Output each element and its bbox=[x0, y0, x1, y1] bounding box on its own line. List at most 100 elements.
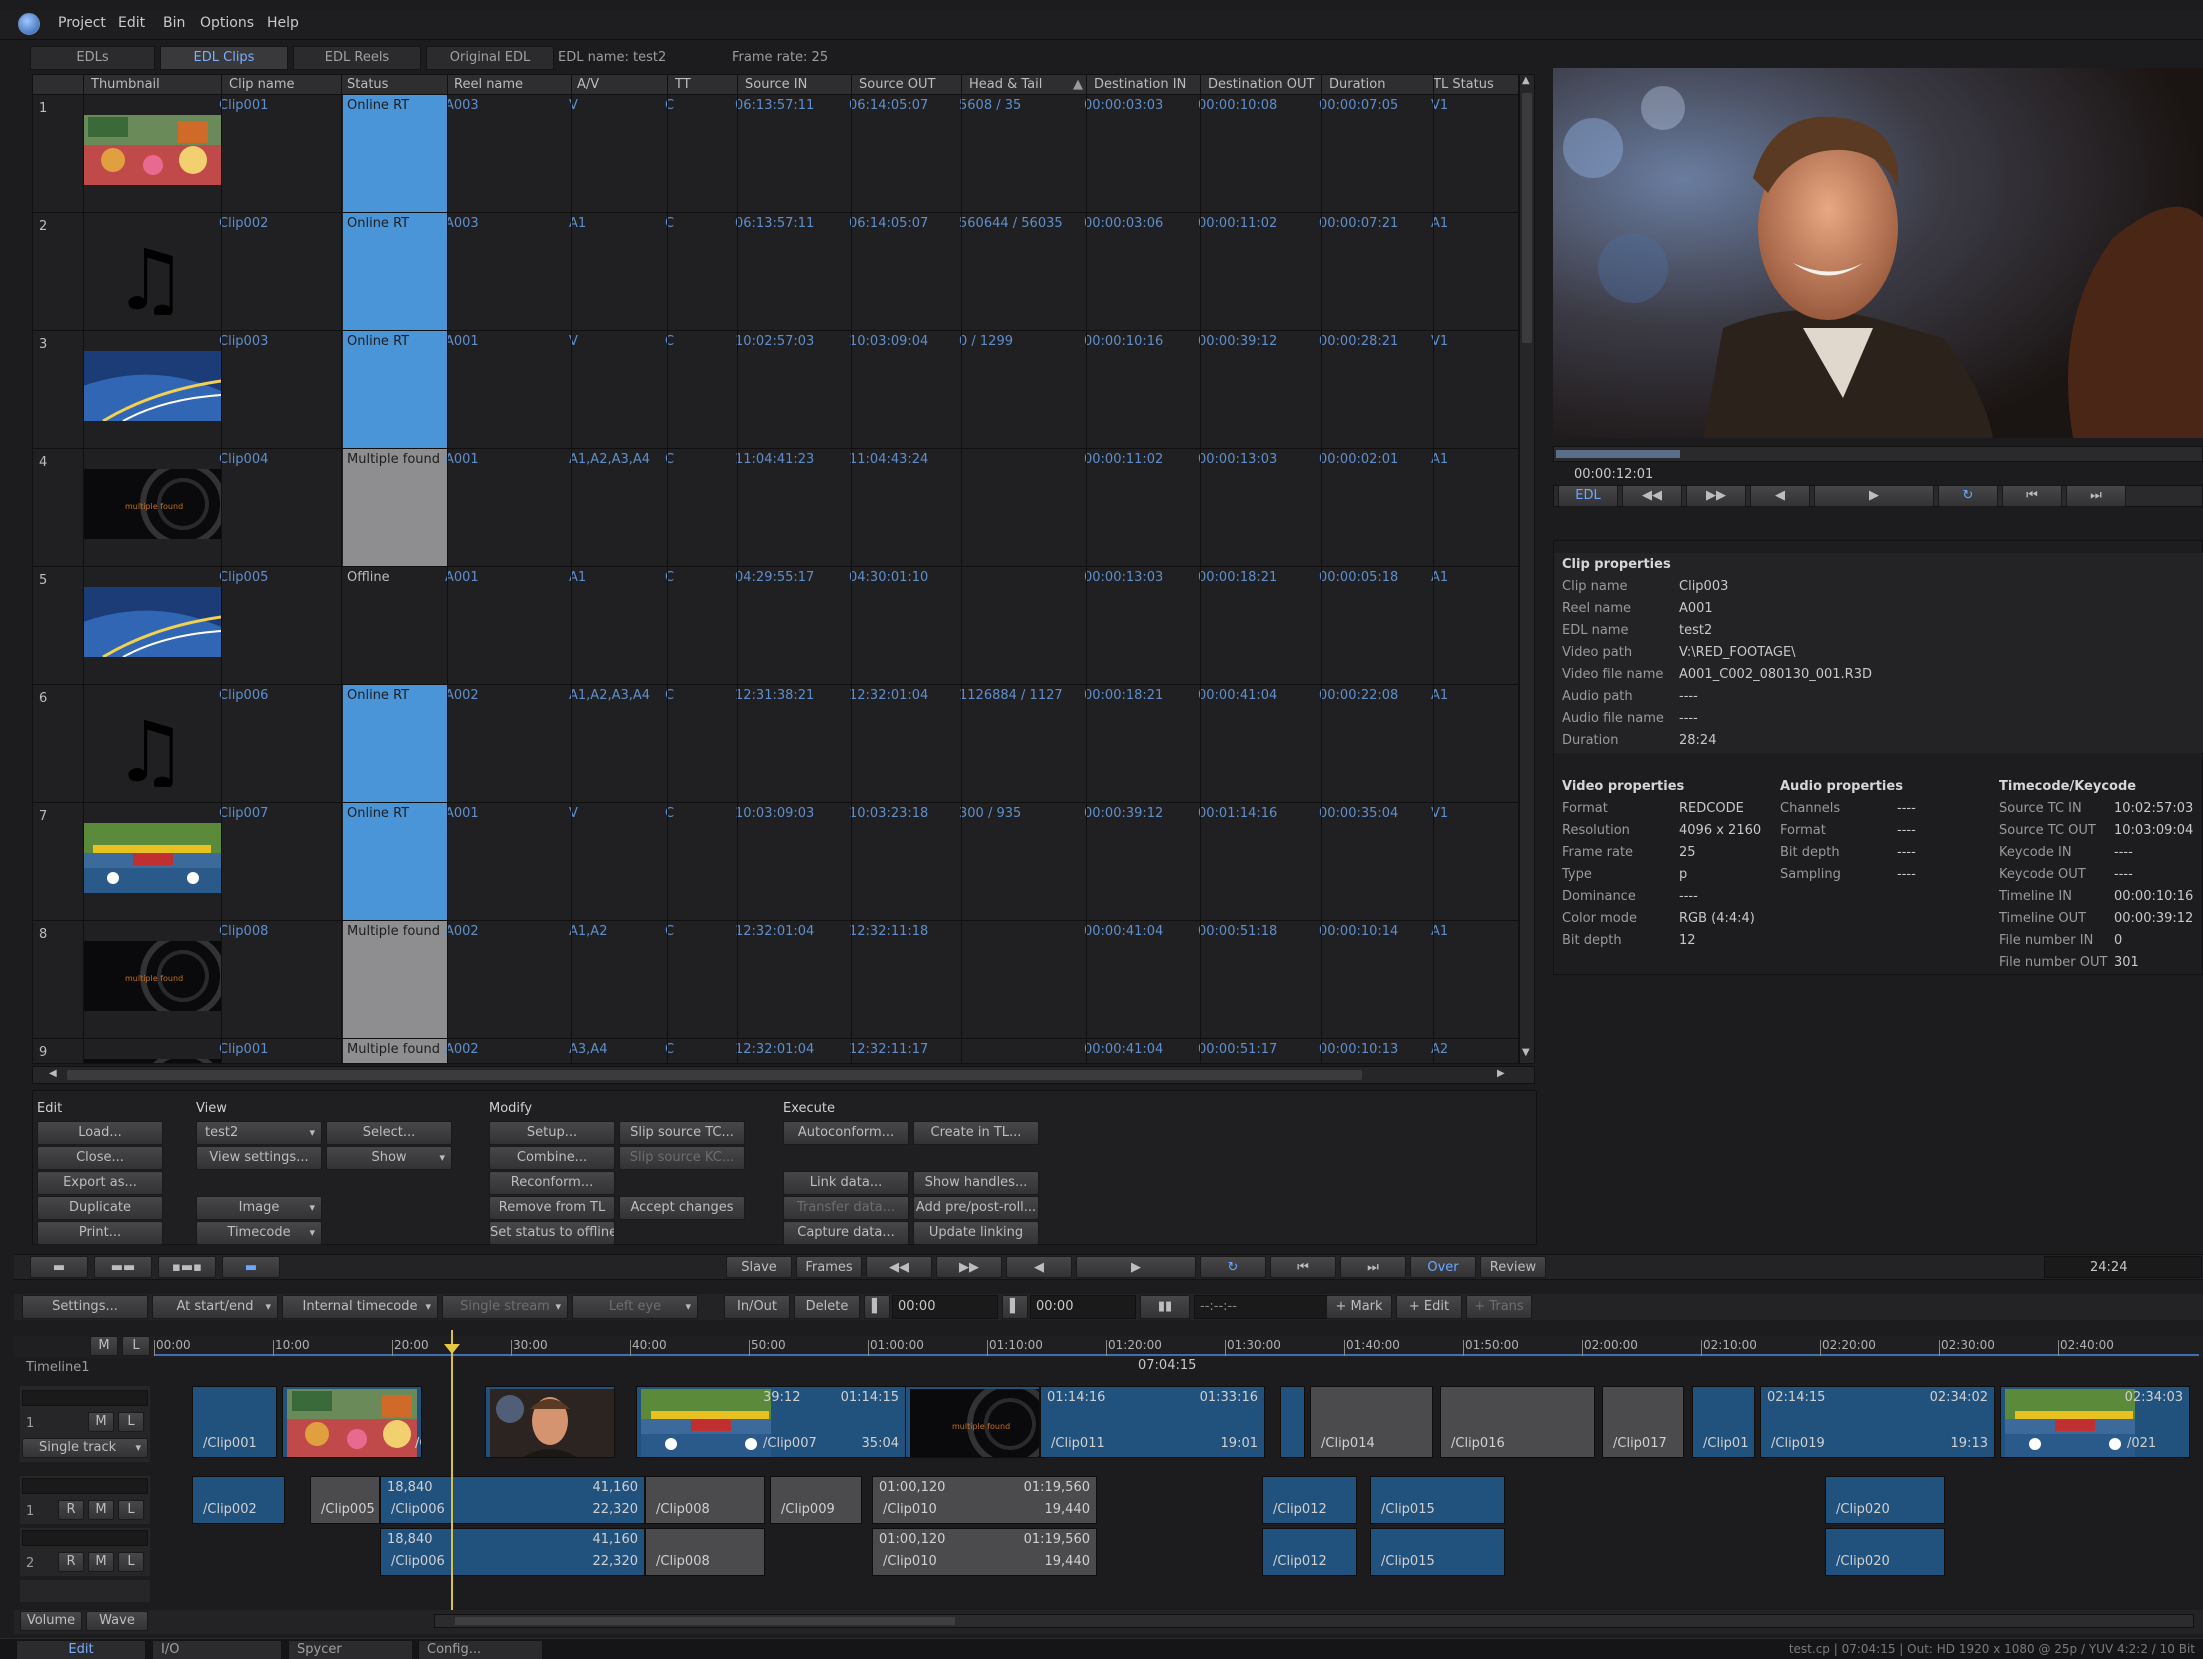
frames-button[interactable]: Frames bbox=[796, 1256, 862, 1278]
bottom-tab-spycer[interactable]: Spycer bbox=[288, 1640, 413, 1659]
mark-out-icon[interactable]: ▌ bbox=[1002, 1295, 1028, 1319]
wave-button[interactable]: Wave bbox=[86, 1611, 148, 1631]
loop-icon[interactable]: ↻ bbox=[1938, 485, 1998, 507]
timeline-clip[interactable]: /Clip008 bbox=[645, 1476, 765, 1524]
menu-options[interactable]: Options bbox=[200, 15, 254, 31]
timeline-clip[interactable]: 01:00,120 01:19,560/Clip010 19,440 bbox=[872, 1476, 1097, 1524]
scroll-up-icon[interactable]: ▲ bbox=[1522, 75, 1530, 86]
timeline-clip[interactable]: multiple found bbox=[905, 1386, 1040, 1458]
left-eye-dropdown[interactable]: Left eye bbox=[572, 1295, 698, 1319]
tab-edls[interactable]: EDLs bbox=[30, 46, 155, 70]
timeline-clip[interactable]: 01:14:16 01:33:16/Clip011 19:01 bbox=[1040, 1386, 1265, 1458]
add-mark-button[interactable]: + Mark bbox=[1326, 1295, 1392, 1319]
col-source-out[interactable]: Source OUT bbox=[859, 77, 935, 92]
transport-play-icon[interactable]: ▶ bbox=[1076, 1256, 1196, 1278]
slave-button[interactable]: Slave bbox=[726, 1256, 792, 1278]
mark-in-icon[interactable]: ▌ bbox=[864, 1295, 890, 1319]
tab-edl-clips[interactable]: EDL Clips bbox=[160, 46, 288, 70]
add-trans-button[interactable]: + Trans bbox=[1466, 1295, 1532, 1319]
ruler-m-button[interactable]: M bbox=[90, 1336, 118, 1356]
timeline-clip[interactable]: /Clip01 bbox=[1692, 1386, 1755, 1458]
timeline-clip[interactable]: /Clip020 bbox=[1825, 1476, 1945, 1524]
layout-triple-icon[interactable]: ▪▬▪ bbox=[158, 1256, 216, 1278]
timeline-clip[interactable]: /Clip009 bbox=[770, 1476, 862, 1524]
show-handles-button[interactable]: Show handles... bbox=[913, 1171, 1039, 1195]
review-button[interactable]: Review bbox=[1480, 1256, 1546, 1278]
preview-edl-button[interactable]: EDL bbox=[1558, 485, 1618, 507]
menu-edit[interactable]: Edit bbox=[118, 15, 145, 31]
transport-loop-icon[interactable]: ↻ bbox=[1200, 1256, 1266, 1278]
update-linking-button[interactable]: Update linking bbox=[913, 1221, 1039, 1245]
timeline-clip[interactable]: /Clip015 bbox=[1370, 1528, 1505, 1576]
timeline-clip[interactable]: /Clip008 bbox=[645, 1528, 765, 1576]
image-dropdown[interactable]: Image bbox=[196, 1196, 322, 1220]
table-row[interactable]: 7 Online RT Clip007 A001 V C 10:03:09:03 10:03:… bbox=[33, 803, 1518, 921]
col-reel-name[interactable]: Reel name bbox=[454, 77, 523, 92]
tl-settings-button[interactable]: Settings... bbox=[22, 1295, 148, 1319]
view-settings-button[interactable]: View settings... bbox=[196, 1146, 322, 1170]
bottom-tab-config[interactable]: Config... bbox=[418, 1640, 543, 1659]
transport-start-icon[interactable]: ⏮ bbox=[1270, 1256, 1336, 1278]
tab-original-edl[interactable]: Original EDL bbox=[426, 46, 554, 70]
timeline-clip[interactable]: /Clip020 bbox=[1825, 1528, 1945, 1576]
in-out-button[interactable]: In/Out bbox=[724, 1295, 790, 1319]
link-data-button[interactable]: Link data... bbox=[783, 1171, 909, 1195]
export-as-button[interactable]: Export as... bbox=[37, 1171, 163, 1195]
duration-field[interactable]: --:--:-- bbox=[1200, 1299, 1237, 1314]
out-timecode-field[interactable]: 00:00 bbox=[1036, 1299, 1073, 1314]
single-stream-dropdown[interactable]: Single stream bbox=[442, 1295, 568, 1319]
table-row[interactable]: 5 Offline Clip005 A001 A1 C 04:29:55:17 04:30:0… bbox=[33, 567, 1518, 685]
play-icon[interactable]: ▶ bbox=[1814, 485, 1934, 507]
timeline-clip[interactable]: 18,840 41,160/Clip006 22,320 bbox=[380, 1476, 645, 1524]
step-forward-icon[interactable]: ▶▶ bbox=[936, 1256, 1002, 1278]
col-thumbnail[interactable]: Thumbnail bbox=[91, 77, 160, 92]
duplicate-button[interactable]: Duplicate bbox=[37, 1196, 163, 1220]
remove-from-tl-button[interactable]: Remove from TL bbox=[489, 1196, 615, 1220]
timeline-clip[interactable]: /Clip016 bbox=[1440, 1386, 1595, 1458]
timeline-scroll-thumb[interactable] bbox=[455, 1617, 955, 1625]
timeline-clip[interactable]: /Clip017 bbox=[1602, 1386, 1684, 1458]
col-tl-status[interactable]: TL Status bbox=[1433, 77, 1494, 92]
col-duration[interactable]: Duration bbox=[1329, 77, 1385, 92]
timeline-clip[interactable]: 39:12 01:14:15/Clip007 35:04 bbox=[636, 1386, 906, 1458]
reconform-button[interactable]: Reconform... bbox=[489, 1171, 615, 1195]
table-row[interactable]: 4 multiple found Multiple found Clip004 A001… bbox=[33, 449, 1518, 567]
timeline-clip[interactable]: 18,840 41,160/Clip006 22,320 bbox=[380, 1528, 645, 1576]
timeline-clip[interactable]: /Clip012 bbox=[1262, 1528, 1357, 1576]
internal-timecode-dropdown[interactable]: Internal timecode bbox=[282, 1295, 438, 1319]
go-end-icon[interactable]: ⏭ bbox=[2066, 485, 2126, 507]
col-source-in[interactable]: Source IN bbox=[745, 77, 807, 92]
preview-scrubber[interactable] bbox=[1553, 446, 2203, 462]
close-button[interactable]: Close... bbox=[37, 1146, 163, 1170]
table-vscrollbar[interactable]: ▲ ▼ bbox=[1519, 74, 1535, 1064]
combine-button[interactable]: Combine... bbox=[489, 1146, 615, 1170]
vscroll-thumb[interactable] bbox=[1522, 93, 1532, 343]
load-button[interactable]: Load... bbox=[37, 1121, 163, 1145]
play-back-icon[interactable]: ◀ bbox=[1750, 485, 1810, 507]
go-start-icon[interactable]: ⏮ bbox=[2002, 485, 2062, 507]
set-offline-button[interactable]: Set status to offline bbox=[489, 1221, 615, 1245]
col-clip-name[interactable]: Clip name bbox=[229, 77, 295, 92]
timeline-clip[interactable]: 02:34:03/021 bbox=[2000, 1386, 2190, 1458]
timecode-dropdown[interactable]: Timecode bbox=[196, 1221, 322, 1245]
timeline-ruler[interactable]: M L 00:00 10:00 20:00 30:00 40:00 50:00 01:00:… bbox=[14, 1336, 2203, 1358]
tab-edl-reels[interactable]: EDL Reels bbox=[293, 46, 421, 70]
transfer-data-button[interactable]: Transfer data... bbox=[783, 1196, 909, 1220]
timeline-clip[interactable]: /Clip015 bbox=[1370, 1476, 1505, 1524]
setup-button[interactable]: Setup... bbox=[489, 1121, 615, 1145]
col-tt[interactable]: TT bbox=[675, 77, 691, 92]
hscroll-thumb[interactable] bbox=[67, 1070, 1362, 1080]
table-row[interactable]: 1 Online RT Clip001 A003 V C 06:13:57:11 06:14:… bbox=[33, 95, 1518, 213]
at-start-end-dropdown[interactable]: At start/end bbox=[152, 1295, 278, 1319]
slip-source-kc-button[interactable]: Slip source KC... bbox=[619, 1146, 745, 1170]
edl-select-dropdown[interactable]: test2 bbox=[196, 1121, 322, 1145]
add-pre-post-roll-button[interactable]: Add pre/post-roll... bbox=[913, 1196, 1039, 1220]
layout-timeline-icon[interactable]: ▬ bbox=[222, 1256, 280, 1278]
menu-project[interactable]: Project bbox=[58, 15, 106, 31]
table-row[interactable]: 8 multiple found Multiple found Clip008 A002… bbox=[33, 921, 1518, 1039]
timeline-hscrollbar[interactable] bbox=[434, 1614, 2194, 1628]
timeline-clip[interactable]: 02:14:15 02:34:02/Clip019 19:13 bbox=[1760, 1386, 1995, 1458]
ruler-scale[interactable]: 00:00 10:00 20:00 30:00 40:00 50:00 01:00:00 01… bbox=[154, 1336, 2199, 1356]
show-dropdown[interactable]: Show bbox=[326, 1146, 452, 1170]
timeline-clip[interactable] bbox=[485, 1386, 615, 1458]
